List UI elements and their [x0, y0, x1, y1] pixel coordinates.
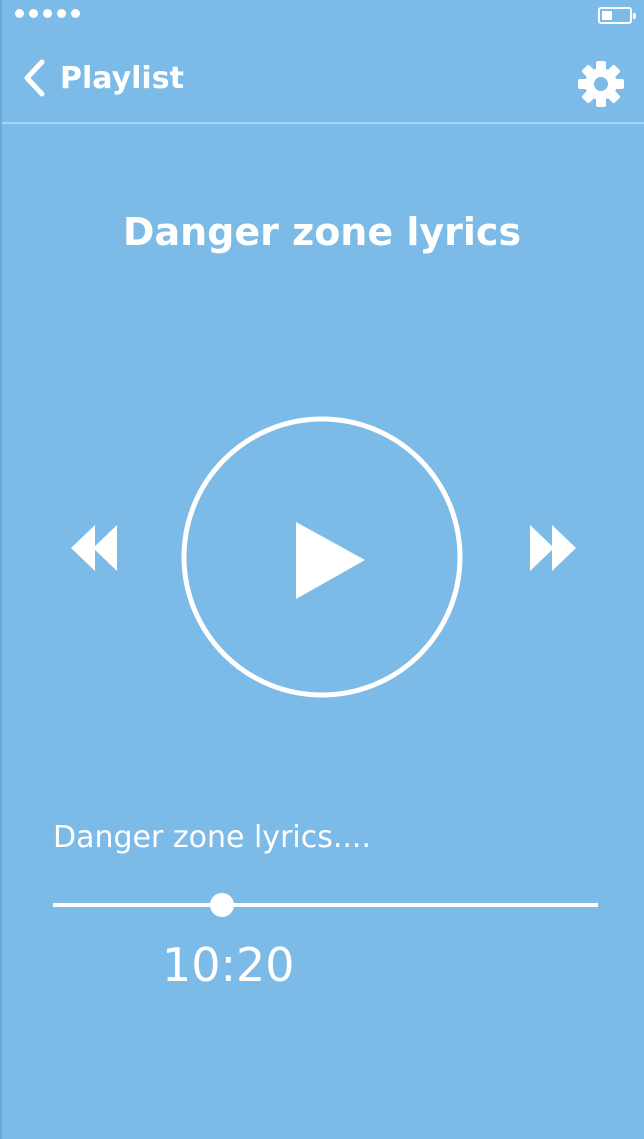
- progress-slider[interactable]: [53, 880, 598, 930]
- progress-track: [53, 903, 598, 907]
- play-button[interactable]: [181, 416, 463, 698]
- elapsed-time: 10:20: [162, 938, 295, 992]
- play-icon: [296, 522, 365, 599]
- track-title: Danger zone lyrics: [122, 210, 522, 254]
- back-label: Playlist: [60, 60, 184, 96]
- progress-knob[interactable]: [209, 893, 234, 917]
- signal-dots-icon: [15, 9, 80, 18]
- gear-icon[interactable]: [577, 60, 625, 108]
- lyrics-text: Danger zone lyrics....: [53, 820, 372, 855]
- music-player-screen: Playlist Danger zone lyrics Danger zone …: [0, 0, 644, 1139]
- header-divider: [2, 122, 644, 124]
- battery-fill: [602, 11, 612, 20]
- fast-forward-icon[interactable]: [530, 525, 578, 571]
- back-button[interactable]: Playlist: [22, 57, 184, 99]
- rewind-icon[interactable]: [71, 525, 119, 571]
- chevron-left-icon: [24, 59, 45, 97]
- battery-icon: [598, 7, 636, 24]
